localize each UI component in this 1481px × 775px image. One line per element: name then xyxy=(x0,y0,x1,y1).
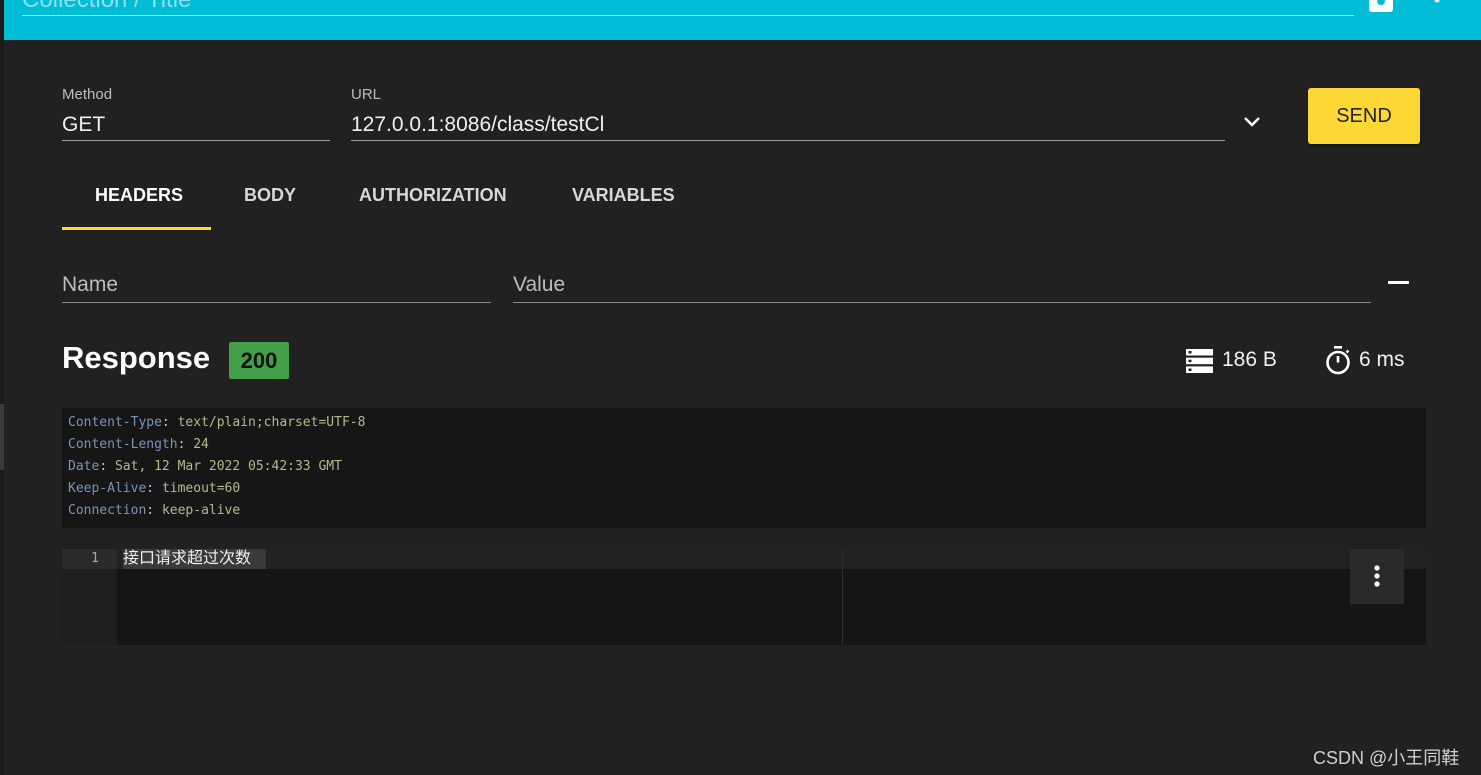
collection-title-input[interactable]: Collection / Title xyxy=(22,0,1354,16)
response-size: 186 B xyxy=(1222,348,1277,371)
send-button[interactable]: SEND xyxy=(1308,88,1420,144)
response-header-line: Content-Type: text/plain;charset=UTF-8 xyxy=(68,415,366,430)
remove-icon[interactable] xyxy=(1388,281,1409,284)
header-value: keep-alive xyxy=(161,503,241,518)
chevron-down-icon[interactable] xyxy=(1240,110,1264,134)
storage-icon xyxy=(1186,349,1213,373)
response-time: 6 ms xyxy=(1359,348,1405,371)
response-header-line: Keep-Alive: timeout=60 xyxy=(68,481,241,496)
top-bar: Collection / Title xyxy=(4,0,1481,40)
method-label: Method xyxy=(62,86,113,103)
line-number: 1 xyxy=(91,551,99,566)
url-input[interactable]: 127.0.0.1:8086/class/testCl xyxy=(351,110,1225,141)
more-vert-icon[interactable] xyxy=(1431,0,1443,10)
tab-body[interactable]: BODY xyxy=(244,185,296,206)
header-key: Content-Length xyxy=(68,437,178,452)
save-icon[interactable] xyxy=(1369,0,1393,12)
header-value: Sat, 12 Mar 2022 05:42:33 GMT xyxy=(114,459,342,474)
header-value-input[interactable]: Value xyxy=(513,270,1371,303)
header-value: 24 xyxy=(193,437,209,452)
response-header-line: Connection: keep-alive xyxy=(68,503,241,518)
method-select[interactable]: GET xyxy=(62,110,330,141)
timer-icon xyxy=(1326,346,1350,375)
tab-variables[interactable]: VARIABLES xyxy=(572,185,675,206)
response-headers-panel: Content-Type: text/plain;charset=UTF-8 C… xyxy=(62,408,1426,528)
header-name-input[interactable]: Name xyxy=(62,270,491,303)
print-margin xyxy=(842,549,843,645)
response-body-text[interactable]: 接口请求超过次数 xyxy=(123,549,251,569)
tab-headers[interactable]: HEADERS xyxy=(95,185,183,206)
editor-more-button[interactable] xyxy=(1350,549,1404,604)
header-key: Date xyxy=(68,459,100,474)
header-value: text/plain;charset=UTF-8 xyxy=(177,415,366,430)
active-line-highlight xyxy=(117,549,1426,569)
header-key: Connection xyxy=(68,503,147,518)
left-edge xyxy=(0,0,4,775)
response-header-line: Date: Sat, 12 Mar 2022 05:42:33 GMT xyxy=(68,459,342,474)
more-vert-icon xyxy=(1374,565,1380,587)
active-tab-indicator xyxy=(62,227,211,230)
tab-authorization[interactable]: AUTHORIZATION xyxy=(359,185,507,206)
header-value: timeout=60 xyxy=(161,481,241,496)
header-key: Content-Type xyxy=(68,415,162,430)
response-title: Response xyxy=(62,340,211,375)
response-header-line: Content-Length: 24 xyxy=(68,437,209,452)
header-key: Keep-Alive xyxy=(68,481,147,496)
response-body-editor[interactable]: 1 接口请求超过次数 xyxy=(62,549,1426,645)
watermark: CSDN @小王同鞋 xyxy=(1313,748,1460,768)
status-badge: 200 xyxy=(229,342,289,379)
url-label: URL xyxy=(351,86,382,103)
left-edge-mark xyxy=(0,404,4,470)
